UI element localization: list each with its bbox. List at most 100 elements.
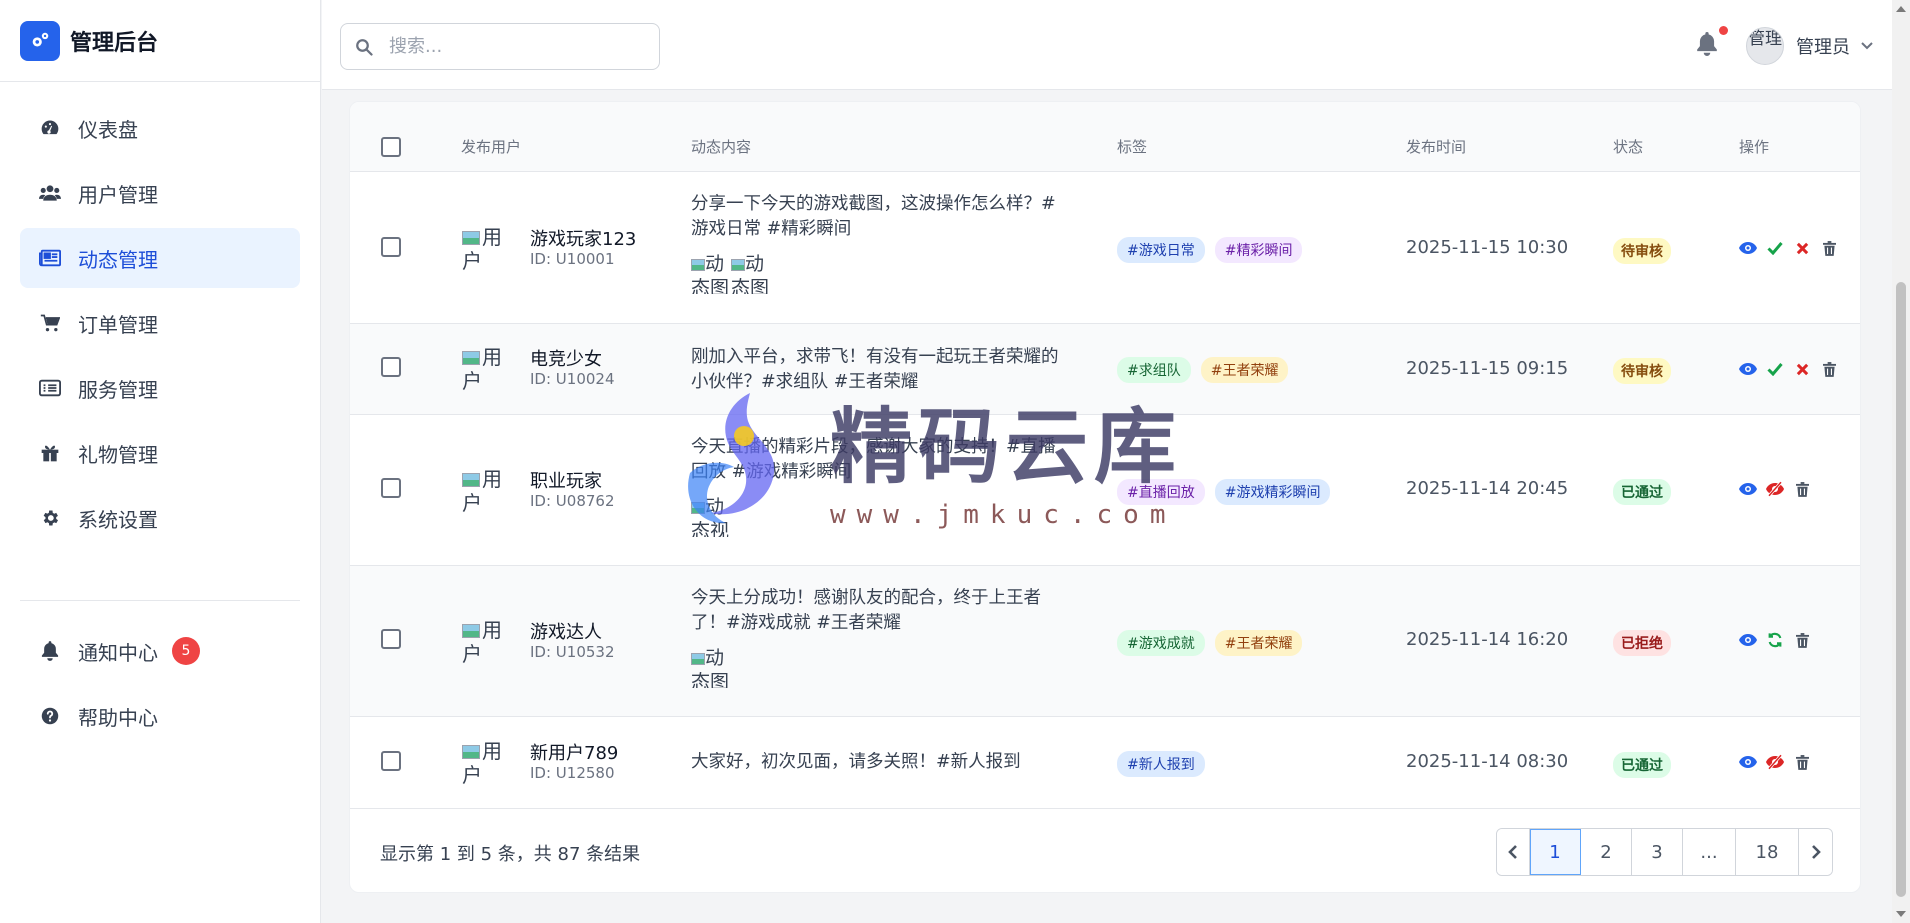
user-name: 电竞少女 xyxy=(530,349,602,370)
user-name: 游戏玩家123 xyxy=(530,229,637,250)
view-button[interactable] xyxy=(1739,753,1757,771)
table-row: 用户 游戏玩家123 ID: U10001 分享一下今天的游戏截图，这波操作怎么… xyxy=(350,173,1860,324)
post-image[interactable]: 动态图 xyxy=(691,646,731,688)
select-all-checkbox[interactable] xyxy=(381,137,401,157)
post-tags: #游戏日常 #精彩瞬间 xyxy=(1117,237,1303,263)
user-name: 新用户789 xyxy=(530,743,619,764)
user-name: 游戏达人 xyxy=(530,622,602,643)
post-video[interactable]: 动态视 xyxy=(691,495,731,537)
post-tags: #求组队 #王者荣耀 xyxy=(1117,357,1289,383)
view-button[interactable] xyxy=(1739,480,1757,498)
sidebar-item-label: 系统设置 xyxy=(78,507,158,532)
user-avatar-image: 用户 xyxy=(462,225,502,271)
bell-icon xyxy=(1697,32,1717,56)
trash-icon xyxy=(1795,754,1809,770)
close-icon xyxy=(1796,242,1808,254)
sidebar-item-dashboard[interactable]: 仪表盘 xyxy=(20,98,300,158)
chevron-down-icon xyxy=(1861,42,1873,50)
posts-card: 发布用户 动态内容 标签 发布时间 状态 操作 用户 游戏玩家123 ID: U… xyxy=(349,101,1861,893)
approve-button[interactable] xyxy=(1766,239,1784,257)
post-text: 今天直播的精彩片段，感谢大家的支持！#直播回放 #游戏精彩瞬间 xyxy=(691,437,1056,482)
brand[interactable]: 管理后台 xyxy=(0,0,320,82)
post-tags: #直播回放 #游戏精彩瞬间 xyxy=(1117,479,1331,505)
sidebar-item-posts[interactable]: 动态管理 xyxy=(20,228,300,288)
list-icon xyxy=(38,376,62,400)
row-checkbox[interactable] xyxy=(381,478,401,498)
sidebar-item-services[interactable]: 服务管理 xyxy=(20,358,300,418)
user-avatar-image: 用户 xyxy=(462,345,502,391)
avatar: 管理 xyxy=(1746,27,1784,65)
user-name: 职业玩家 xyxy=(530,471,602,492)
prev-page-button[interactable] xyxy=(1497,829,1530,875)
post-text: 今天上分成功！感谢队友的配合，终于上王者了！#游戏成就 #王者荣耀 xyxy=(691,588,1041,633)
page-button-3[interactable]: 3 xyxy=(1632,829,1683,875)
post-image[interactable]: 动态图 xyxy=(691,252,731,294)
view-button[interactable] xyxy=(1739,360,1757,378)
post-text: 分享一下今天的游戏截图，这波操作怎么样？#游戏日常 #精彩瞬间 xyxy=(691,194,1056,239)
page-button-2[interactable]: 2 xyxy=(1581,829,1632,875)
eye-icon xyxy=(1739,634,1757,646)
delete-button[interactable] xyxy=(1820,360,1838,378)
next-page-button[interactable] xyxy=(1799,829,1832,875)
approve-button[interactable] xyxy=(1766,360,1784,378)
notification-dot xyxy=(1719,26,1728,35)
sidebar-item-gifts[interactable]: 礼物管理 xyxy=(20,423,300,483)
user-avatar-image: 用户 xyxy=(462,467,502,513)
users-icon xyxy=(38,181,62,205)
view-button[interactable] xyxy=(1739,239,1757,257)
sidebar-item-settings[interactable]: 系统设置 xyxy=(20,488,300,548)
sidebar-item-orders[interactable]: 订单管理 xyxy=(20,293,300,353)
reject-button[interactable] xyxy=(1793,360,1811,378)
notification-bell[interactable] xyxy=(1696,26,1728,60)
table-header: 发布用户 动态内容 标签 发布时间 状态 操作 xyxy=(350,102,1860,172)
topbar: 管理 管理员 xyxy=(322,0,1892,90)
tag-badge: #游戏精彩瞬间 xyxy=(1214,479,1331,505)
pagination-summary: 显示第 1 到 5 条，共 87 条结果 xyxy=(380,844,641,865)
eye-icon xyxy=(1739,363,1757,375)
sidebar-item-users[interactable]: 用户管理 xyxy=(20,163,300,223)
row-checkbox[interactable] xyxy=(381,751,401,771)
tag-badge: #直播回放 xyxy=(1117,479,1205,505)
sidebar-item-help[interactable]: 帮助中心 xyxy=(20,686,300,746)
row-checkbox[interactable] xyxy=(381,237,401,257)
sidebar-item-notifications[interactable]: 通知中心 5 xyxy=(20,621,300,681)
hide-button[interactable] xyxy=(1766,753,1784,771)
sidebar-divider xyxy=(20,600,300,601)
search-box[interactable] xyxy=(340,23,660,70)
post-content: 刚加入平台，求带飞！有没有一起玩王者荣耀的小伙伴？#求组队 #王者荣耀 xyxy=(691,345,1061,395)
user-name: 管理员 xyxy=(1796,37,1850,58)
delete-button[interactable] xyxy=(1793,753,1811,771)
row-actions xyxy=(1739,631,1811,649)
delete-button[interactable] xyxy=(1793,631,1811,649)
cart-icon xyxy=(38,311,62,335)
search-input[interactable] xyxy=(389,36,639,57)
row-actions xyxy=(1739,239,1838,257)
user-menu[interactable]: 管理 管理员 xyxy=(1746,26,1874,66)
scroll-down-arrow[interactable] xyxy=(1896,911,1906,917)
hide-button[interactable] xyxy=(1766,480,1784,498)
table-row: 用户 职业玩家 ID: U08762 今天直播的精彩片段，感谢大家的支持！#直播… xyxy=(350,415,1860,566)
page-button-1[interactable]: 1 xyxy=(1530,829,1581,875)
row-checkbox[interactable] xyxy=(381,629,401,649)
tag-badge: #新人报到 xyxy=(1117,751,1205,777)
chevron-left-icon xyxy=(1508,845,1517,859)
sidebar-item-label: 仪表盘 xyxy=(78,117,138,142)
page-button-18[interactable]: 18 xyxy=(1736,829,1799,875)
restore-button[interactable] xyxy=(1766,631,1784,649)
sidebar-item-label: 订单管理 xyxy=(78,312,158,337)
page-scrollbar[interactable] xyxy=(1892,0,1910,923)
eye-slash-icon xyxy=(1766,481,1784,497)
post-image[interactable]: 动态图 xyxy=(731,252,771,294)
scrollbar-thumb[interactable] xyxy=(1896,282,1906,897)
trash-icon xyxy=(1822,361,1836,377)
delete-button[interactable] xyxy=(1793,480,1811,498)
delete-button[interactable] xyxy=(1820,239,1838,257)
row-checkbox[interactable] xyxy=(381,357,401,377)
reject-button[interactable] xyxy=(1793,239,1811,257)
pagination: 1 2 3 ... 18 xyxy=(1496,828,1833,876)
post-text: 刚加入平台，求带飞！有没有一起玩王者荣耀的小伙伴？#求组队 #王者荣耀 xyxy=(691,347,1059,392)
scroll-up-arrow[interactable] xyxy=(1896,6,1906,12)
publish-time: 2025-11-14 20:45 xyxy=(1406,478,1569,499)
post-content: 今天上分成功！感谢队友的配合，终于上王者了！#游戏成就 #王者荣耀 动态图 xyxy=(691,586,1061,688)
view-button[interactable] xyxy=(1739,631,1757,649)
